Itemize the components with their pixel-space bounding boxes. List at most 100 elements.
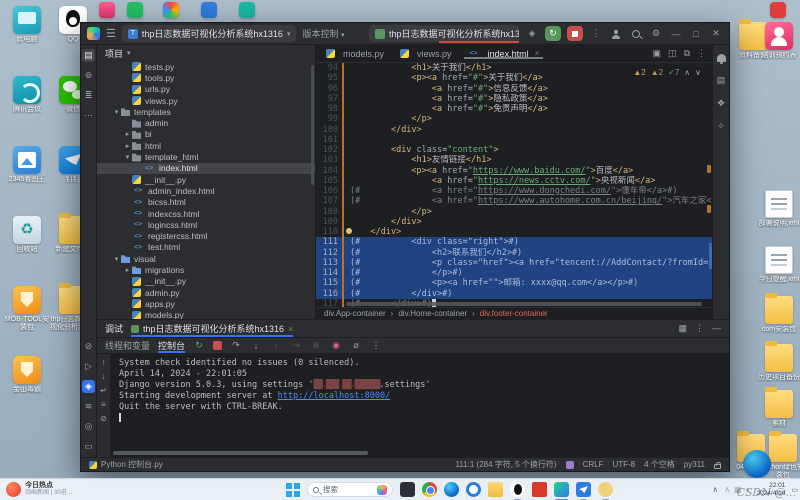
status-item[interactable]: UTF-8 [612,460,635,469]
lock-icon[interactable] [714,464,721,469]
tree-item-tests.py[interactable]: tests.py [97,61,315,72]
folder-com[interactable]: com安装包 [756,296,800,334]
status-left[interactable]: Python 控制台.py [101,459,163,470]
more-actions-icon[interactable]: ⋮ [589,27,603,41]
intention-bulb-icon[interactable] [346,228,352,234]
tree-item-logincss.html[interactable]: <>logincss.html [97,219,315,230]
tree-item-index.html[interactable]: <>index.html [97,163,315,174]
close-tab-icon[interactable]: × [535,49,540,58]
taskbar-clock[interactable]: 22:01 2024/4/14 [756,482,785,498]
tab-views.py[interactable]: views.py [392,49,460,59]
tree-item-__init__.py[interactable]: __init__.py [97,174,315,185]
run-tool-icon[interactable]: ⊘ [82,340,95,353]
step-over-icon[interactable]: ↷ [230,340,242,352]
project-scrollbar[interactable] [311,65,314,185]
tree-item-test.html[interactable]: <>test.html [97,242,315,253]
rerun-icon[interactable]: ↻ [193,340,205,352]
mute-breakpoints-icon[interactable]: ⌀ [350,340,362,352]
tree-arrow-icon[interactable]: ▾ [112,255,121,263]
step-out-icon[interactable]: ↑ [270,340,282,352]
tree-item-admin.py[interactable]: admin.py [97,287,315,298]
view-breakpoints-icon[interactable]: ◉ [330,340,342,352]
breadcrumb-item[interactable]: div.Home-container [398,309,467,318]
tree-arrow-icon[interactable]: ▾ [123,153,132,161]
tree-item-visual[interactable]: ▾visual [97,253,315,264]
edge-browser[interactable] [734,450,780,478]
scroll-up-icon[interactable]: ↑ [102,358,106,367]
tree-item-models.py[interactable]: models.py [97,310,315,319]
tree-item-admin[interactable]: admin [97,117,315,128]
tree-item-bicss.html[interactable]: <>bicss.html [97,197,315,208]
notifications-icon[interactable]: ▭ [791,486,798,494]
inspections-widget[interactable]: ▲2▲2✓7∧∨ [630,67,704,78]
tree-item-templates[interactable]: ▾templates [97,106,315,117]
plugins-icon[interactable]: ❖ [715,97,728,110]
user-icon[interactable] [609,27,623,41]
scroll-to-end-icon[interactable]: ≡ [101,400,106,409]
inspection-count[interactable]: ▲2 [651,68,663,77]
next-problem-icon[interactable]: ∨ [695,68,701,77]
tray-icon-0[interactable]: ∧ [724,485,730,494]
tray-icon-1[interactable]: ▦ [734,485,742,494]
file-explorer[interactable] [488,482,503,497]
news-widget[interactable]: 今日热点 动画新闻 | 30进… [0,479,79,500]
split-icon[interactable]: ◫ [668,48,677,59]
tab-index.html[interactable]: <>index.html× [460,49,548,59]
editor-more-icon[interactable]: ⋮ [697,48,706,59]
thunder-app[interactable] [598,482,613,497]
tree-item-urls.py[interactable]: urls.py [97,84,315,95]
rerun-button[interactable]: ↻ [545,26,561,41]
browser-circle[interactable] [466,482,481,497]
tree-arrow-icon[interactable]: ▸ [123,130,132,138]
debug-tool-icon[interactable]: ◈ [82,380,95,393]
prev-problem-icon[interactable]: ∧ [684,68,690,77]
project-widget[interactable]: T thp日志数据可视化分析系统hx1316 ▾ [122,25,297,42]
top-app-5[interactable] [224,2,270,18]
tree-item-migrations[interactable]: ▸migrations [97,264,315,275]
tree-item-indexcss.html[interactable]: <>indexcss.html [97,208,315,219]
tree-arrow-icon[interactable]: ▸ [123,266,132,274]
debug-layout-icon[interactable]: ▦ [678,323,687,334]
tree-arrow-icon[interactable]: ▾ [112,108,121,116]
debug-tab-控制台[interactable]: 控制台 [158,338,185,353]
qq-taskbar[interactable] [510,482,525,497]
run-config-widget[interactable]: thp日志数据可视化分析系统hx1316 ▾ [369,25,519,42]
breadcrumb-item[interactable]: div.App-container [324,309,386,318]
tree-item-admin_index.html[interactable]: <>admin_index.html [97,185,315,196]
notifications-icon[interactable] [715,51,728,64]
tree-item-views.py[interactable]: views.py [97,95,315,106]
status-item[interactable]: CRLF [583,460,604,469]
scroll-down-icon[interactable]: ↓ [102,372,106,381]
services-tool-icon[interactable]: ◎ [82,420,95,433]
debug-icon[interactable]: ◈ [525,27,539,41]
play-tool-icon[interactable]: ▷ [82,360,95,373]
console-output[interactable]: System check identified no issues (0 sil… [111,354,729,457]
inspection-count[interactable]: ▲2 [633,68,645,77]
preview-icon[interactable]: ⧉ [684,48,690,59]
start-button[interactable] [286,483,300,497]
vcs-widget[interactable]: 版本控制 ▾ [302,27,344,40]
pycharm[interactable] [554,482,569,497]
training-shortcut[interactable]: 培训预约表 [756,22,800,60]
photo-viewer[interactable]: 2345看图王 [4,146,50,184]
edge[interactable] [444,482,459,497]
tencent-docs[interactable] [576,482,591,497]
terminal-tool-icon[interactable]: ▭ [82,440,95,453]
console-hscrollbar[interactable] [113,451,368,455]
search-input[interactable]: 搜索 [307,482,393,497]
xml-doc-1[interactable]: 部署说明.xml [756,190,800,228]
security-tool[interactable]: 金山毒霸 [4,356,50,394]
folder-material[interactable]: 素材 [756,390,800,428]
tree-item-registercss.html[interactable]: <>registercss.html [97,230,315,241]
django-icon[interactable] [566,461,574,469]
tray-expand-icon[interactable]: ∧ [712,485,718,494]
structure-tool-icon[interactable]: ≣ [82,89,95,102]
status-item[interactable]: 4 个空格 [644,459,675,470]
code-area[interactable]: 94 <h1>关于我们</h1>95 <p><a href="#">关于我们</… [316,63,712,307]
more-tools-icon[interactable]: ⋯ [82,109,95,122]
editor-hscrollbar[interactable] [346,302,702,306]
tree-item-__init__.py[interactable]: __init__.py [97,276,315,287]
settings-gear-icon[interactable]: ⚙ [649,27,663,41]
recycle-bin[interactable]: 回收站 [4,216,50,254]
debug-more-icon[interactable]: ⋮ [370,340,382,352]
